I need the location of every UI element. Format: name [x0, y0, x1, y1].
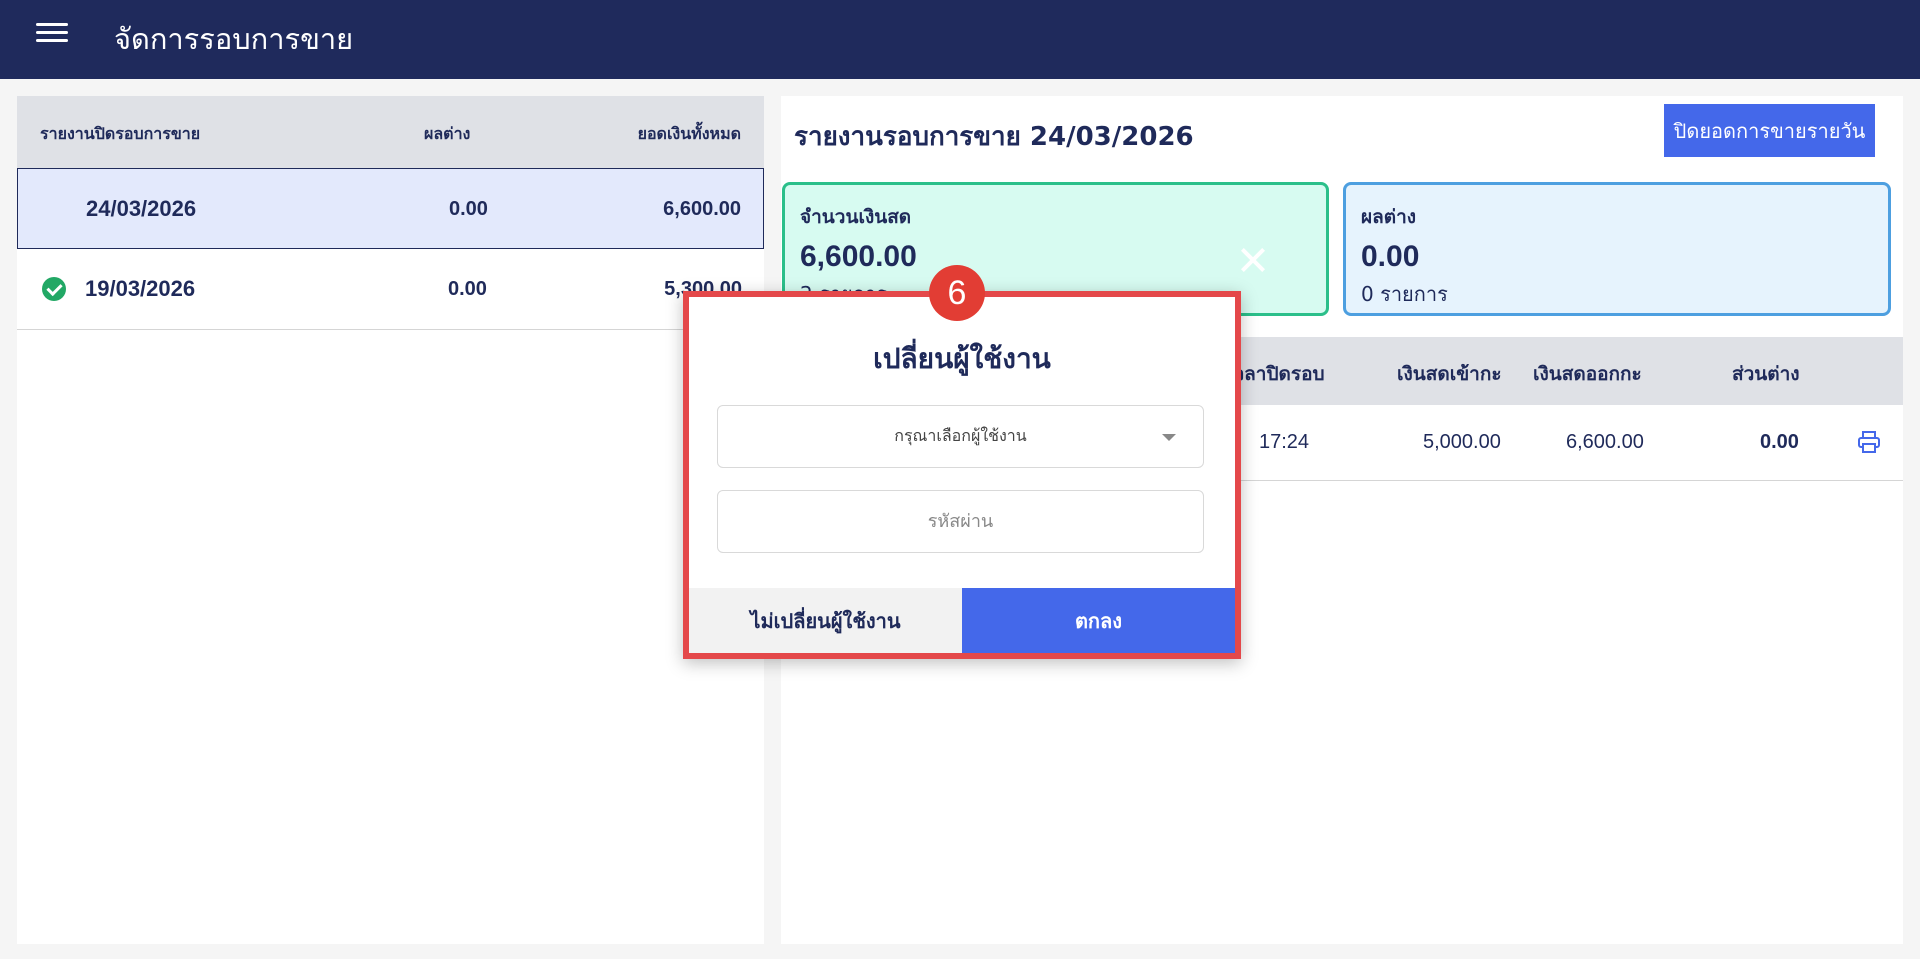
step-badge: 6: [929, 265, 985, 321]
dialog-title: เปลี่ยนผู้ใช้งาน: [873, 342, 1051, 375]
round-diff: 0.00: [448, 278, 487, 300]
printer-icon[interactable]: [1857, 430, 1881, 454]
difference: 0.00: [1760, 431, 1799, 453]
hamburger-menu-icon[interactable]: [36, 18, 68, 50]
header-difference: ส่วนต่าง: [1732, 363, 1800, 385]
header-cash-in: เงินสดเข้ากะ: [1397, 363, 1502, 385]
round-date: 24/03/2026: [86, 196, 197, 221]
diff-label: ผลต่าง: [1361, 206, 1417, 228]
header-total: ยอดเงินทั้งหมด: [637, 124, 741, 143]
round-total: 6,600.00: [663, 198, 741, 220]
caret-down-icon: [1162, 434, 1176, 441]
list-item[interactable]: 24/03/2026 0.00 6,600.00: [17, 168, 764, 249]
diff-value: 0.00: [1361, 240, 1420, 273]
change-user-dialog: เปลี่ยนผู้ใช้งาน กรุณาเลือกผู้ใช้งาน ไม่…: [683, 291, 1241, 659]
close-daily-sales-button[interactable]: ปิดยอดการขายรายวัน: [1664, 104, 1875, 157]
close-icon[interactable]: [1240, 247, 1266, 273]
diff-count: 0 รายการ: [1361, 282, 1448, 306]
check-circle-icon: [42, 277, 66, 301]
sales-round-list: รายงานปิดรอบการขาย ผลต่าง ยอดเงินทั้งหมด…: [17, 96, 764, 944]
report-title: รายงานรอบการขาย 24/03/2026: [794, 122, 1194, 152]
cash-out: 6,600.00: [1566, 431, 1644, 453]
header-close-time: เวลาปิดรอบ: [1227, 363, 1325, 385]
user-select-placeholder: กรุณาเลือกผู้ใช้งาน: [894, 426, 1027, 445]
close-time: 17:24: [1259, 431, 1310, 453]
user-select[interactable]: กรุณาเลือกผู้ใช้งาน: [717, 405, 1204, 468]
page-title: จัดการรอบการขาย: [114, 22, 354, 56]
round-diff: 0.00: [449, 198, 488, 220]
header-diff: ผลต่าง: [424, 124, 471, 143]
cash-label: จำนวนเงินสด: [800, 206, 912, 228]
list-header: รายงานปิดรอบการขาย ผลต่าง ยอดเงินทั้งหมด: [17, 96, 764, 168]
password-input[interactable]: [717, 490, 1204, 553]
cancel-button[interactable]: ไม่เปลี่ยนผู้ใช้งาน: [689, 588, 962, 653]
header-report: รายงานปิดรอบการขาย: [40, 124, 201, 143]
list-item[interactable]: 19/03/2026 0.00 5,300.00: [17, 249, 764, 330]
header-cash-out: เงินสดออกกะ: [1533, 363, 1642, 385]
top-app-bar: จัดการรอบการขาย: [0, 0, 1920, 79]
round-date: 19/03/2026: [85, 276, 196, 301]
cash-value: 6,600.00: [800, 240, 917, 273]
cash-in: 5,000.00: [1423, 431, 1501, 453]
diff-summary-card: ผลต่าง 0.00 0 รายการ: [1343, 182, 1891, 316]
ok-button[interactable]: ตกลง: [962, 588, 1235, 653]
